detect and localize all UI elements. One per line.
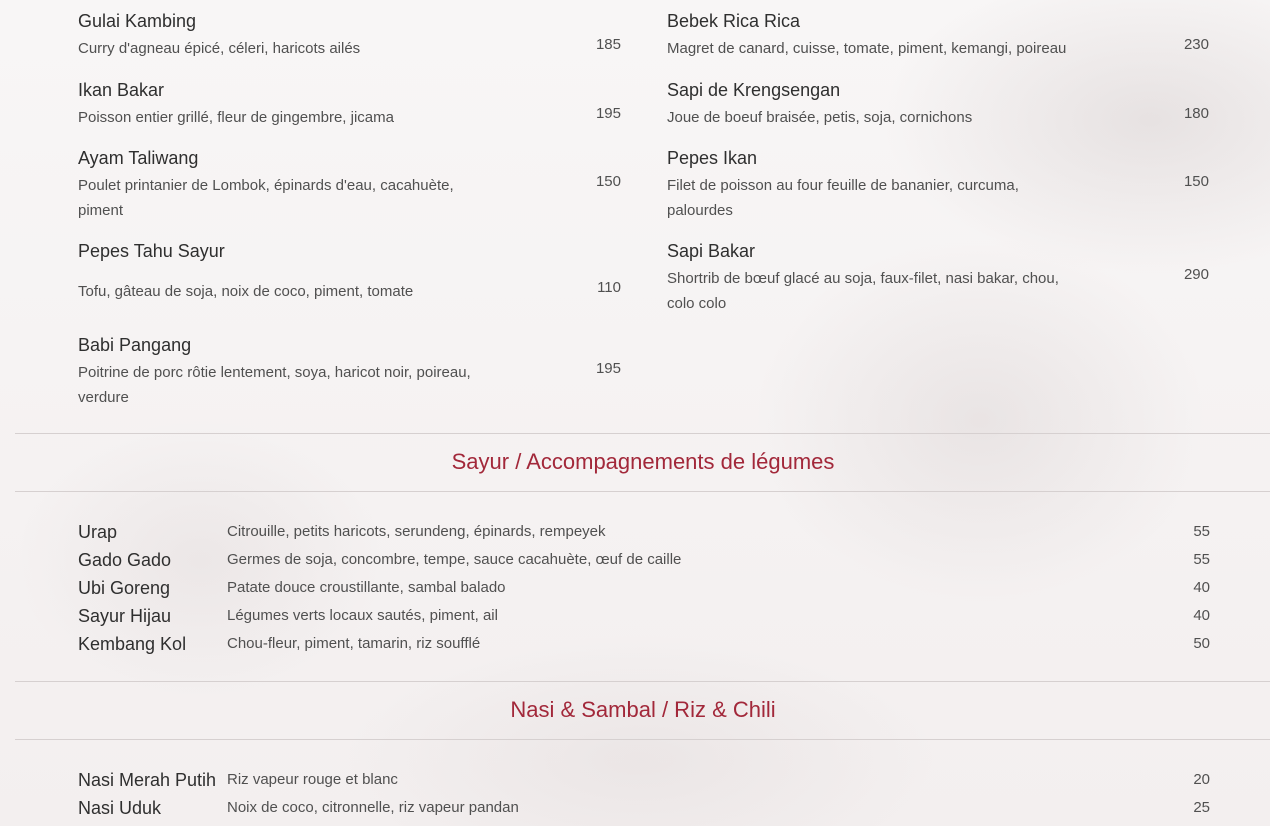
side-item-name: Gado Gado bbox=[78, 550, 172, 570]
dish-price: 290 bbox=[1183, 266, 1209, 283]
dish-description: Curry d'agneau épicé, céleri, haricots a… bbox=[78, 40, 361, 57]
dish-name: Ikan Bakar bbox=[78, 80, 165, 100]
side-item-price: 40 bbox=[1193, 607, 1210, 624]
side-item-price: 20 bbox=[1193, 771, 1210, 788]
dish-price: 230 bbox=[1183, 36, 1209, 53]
section-title-nasi: Nasi & Sambal / Riz & Chili bbox=[510, 697, 776, 722]
dish-description: Poisson entier grillé, fleur de gingembr… bbox=[78, 109, 394, 126]
menu-item: Sapi de Krengsengan Joue de boeuf braisé… bbox=[667, 79, 1212, 126]
dish-description: Poitrine de porc rôtie lentement, soya, … bbox=[78, 364, 471, 406]
side-item: Urap Citrouille, petits haricots, serund… bbox=[78, 518, 1210, 546]
menu-item: Ayam Taliwang Poulet printanier de Lombo… bbox=[78, 147, 623, 219]
dish-name: Pepes Tahu Sayur bbox=[78, 241, 225, 261]
side-item-name: Ubi Goreng bbox=[78, 578, 171, 598]
side-item-description: Chou-fleur, piment, tamarin, riz soufflé bbox=[227, 635, 481, 652]
dish-name: Babi Pangang bbox=[78, 335, 192, 355]
side-item: Ubi Goreng Patate douce croustillante, s… bbox=[78, 574, 1210, 602]
side-item-description: Citrouille, petits haricots, serundeng, … bbox=[227, 523, 606, 540]
menu-item: Bebek Rica Rica Magret de canard, cuisse… bbox=[667, 10, 1212, 57]
side-item-name: Nasi Merah Putih bbox=[78, 770, 217, 790]
dish-price: 150 bbox=[595, 173, 621, 190]
dish-description: Shortrib de bœuf glacé au soja, faux-fil… bbox=[667, 270, 1059, 312]
side-item-price: 50 bbox=[1193, 635, 1210, 652]
side-item-description: Patate douce croustillante, sambal balad… bbox=[227, 579, 506, 596]
dish-price: 110 bbox=[597, 279, 621, 296]
dish-name: Sapi de Krengsengan bbox=[667, 80, 841, 100]
dish-description: Tofu, gâteau de soja, noix de coco, pime… bbox=[78, 283, 414, 300]
side-item-name: Kembang Kol bbox=[78, 634, 187, 654]
section-divider bbox=[15, 491, 1270, 492]
side-item-price: 40 bbox=[1193, 579, 1210, 596]
side-item: Gado Gado Germes de soja, concombre, tem… bbox=[78, 546, 1210, 574]
dish-description: Magret de canard, cuisse, tomate, piment… bbox=[667, 40, 1067, 57]
dish-price: 195 bbox=[595, 360, 621, 377]
dish-name: Gulai Kambing bbox=[78, 11, 197, 31]
side-item-price: 55 bbox=[1193, 523, 1210, 540]
side-item: Sayur Hijau Légumes verts locaux sautés,… bbox=[78, 602, 1210, 630]
side-item-name: Urap bbox=[78, 522, 118, 542]
side-item-price: 55 bbox=[1193, 551, 1210, 568]
menu-item: Pepes Tahu Sayur Tofu, gâteau de soja, n… bbox=[78, 240, 623, 300]
menu-item: Babi Pangang Poitrine de porc rôtie lent… bbox=[78, 334, 623, 406]
dish-name: Sapi Bakar bbox=[667, 241, 756, 261]
dish-price: 185 bbox=[595, 36, 621, 53]
menu-item: Sapi Bakar Shortrib de bœuf glacé au soj… bbox=[667, 240, 1212, 312]
dish-name: Pepes Ikan bbox=[667, 148, 758, 168]
dish-name: Ayam Taliwang bbox=[78, 148, 199, 168]
side-item: Nasi Uduk Noix de coco, citronnelle, riz… bbox=[78, 794, 1210, 822]
side-item-description: Légumes verts locaux sautés, piment, ail bbox=[227, 607, 498, 624]
side-item-description: Riz vapeur rouge et blanc bbox=[227, 771, 398, 788]
section-divider bbox=[15, 433, 1270, 434]
menu-item: Gulai Kambing Curry d'agneau épicé, céle… bbox=[78, 10, 623, 57]
section-title-sayur: Sayur / Accompagnements de légumes bbox=[451, 449, 835, 474]
dish-price: 180 bbox=[1183, 105, 1209, 122]
side-item-description: Noix de coco, citronnelle, riz vapeur pa… bbox=[227, 799, 519, 816]
side-item-price: 25 bbox=[1193, 799, 1210, 816]
menu-item: Ikan Bakar Poisson entier grillé, fleur … bbox=[78, 79, 623, 126]
section-divider bbox=[15, 739, 1270, 740]
section-divider bbox=[15, 681, 1270, 682]
side-item: Kembang Kol Chou-fleur, piment, tamarin,… bbox=[78, 630, 1210, 658]
side-item-name: Nasi Uduk bbox=[78, 798, 162, 818]
dish-price: 195 bbox=[595, 105, 621, 122]
dish-description: Filet de poisson au four feuille de bana… bbox=[667, 177, 1019, 219]
side-item-name: Sayur Hijau bbox=[78, 606, 172, 626]
dish-description: Joue de boeuf braisée, petis, soja, corn… bbox=[667, 109, 973, 126]
dish-name: Bebek Rica Rica bbox=[667, 11, 801, 31]
menu-item: Pepes Ikan Filet de poisson au four feui… bbox=[667, 147, 1212, 219]
side-item: Nasi Merah Putih Riz vapeur rouge et bla… bbox=[78, 766, 1210, 794]
dish-price: 150 bbox=[1183, 173, 1209, 190]
side-item-description: Germes de soja, concombre, tempe, sauce … bbox=[227, 551, 682, 568]
dish-description: Poulet printanier de Lombok, épinards d'… bbox=[78, 177, 454, 219]
